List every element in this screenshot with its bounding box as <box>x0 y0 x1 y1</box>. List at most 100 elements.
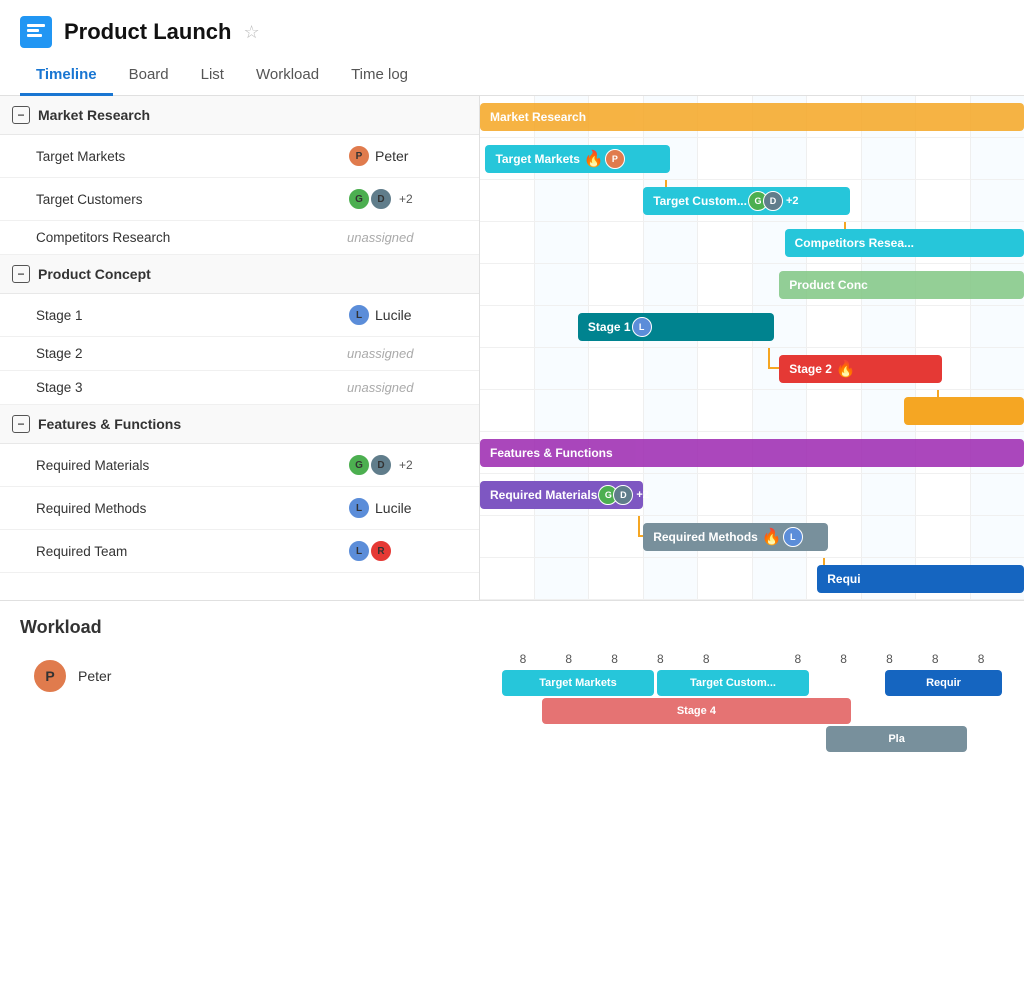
wl-bar-stage4: Stage 4 <box>542 698 851 724</box>
avatar-2-req-team: R <box>369 539 393 563</box>
avatar-1-target-customers: G <box>347 187 371 211</box>
bar-avatar-lucile-rmet: L <box>783 527 803 547</box>
unassigned-stage3: unassigned <box>347 380 414 395</box>
gantt-label-target-customers: Target Custom... <box>653 194 747 208</box>
workload-gantt-peter: 8 8 8 8 8 8 8 8 8 8 Target Markets Targe… <box>500 650 1004 752</box>
task-row-stage1: Stage 1 L Lucile <box>0 294 479 337</box>
group-product-concept: − Product Concept <box>0 255 479 294</box>
group-label-product-concept: Product Concept <box>38 266 151 282</box>
wl-num-11: 8 <box>958 650 1004 668</box>
bar-count-rm: +2 <box>636 489 649 501</box>
gantt-bar-competitors-research[interactable]: Competitors Resea... <box>785 229 1024 257</box>
tab-list[interactable]: List <box>185 56 240 96</box>
bar-avatars-req-materials: G D +2 <box>603 485 649 505</box>
task-row-target-customers: Target Customers G D +2 <box>0 178 479 221</box>
gantt-row-target-markets: Target Markets 🔥 P <box>480 138 1024 180</box>
workload-bars-row3: Pla <box>500 726 1004 752</box>
gantt-bar-stage1[interactable]: Stage 1 L <box>578 313 774 341</box>
wl-gap2 <box>502 698 539 724</box>
tab-board[interactable]: Board <box>113 56 185 96</box>
bar-avatar-2-rm: D <box>613 485 633 505</box>
gantt-row-stage2: Stage 2 🔥 <box>480 348 1024 390</box>
task-name-stage1: Stage 1 <box>36 308 339 323</box>
assignee-name-req-methods: Lucile <box>375 500 412 516</box>
fire-icon-target-markets: 🔥 <box>584 149 604 169</box>
task-name-target-markets: Target Markets <box>36 149 339 164</box>
avatar-lucile-req-methods: L <box>347 496 371 520</box>
workload-bars-row1: Target Markets Target Custom... Requir <box>500 670 1004 696</box>
unassigned-competitors-research: unassigned <box>347 230 414 245</box>
gantt-label-market-research: Market Research <box>490 110 586 124</box>
bar-avatar-peter: P <box>605 149 625 169</box>
assignee-stage3: unassigned <box>347 380 467 395</box>
tab-timelog[interactable]: Time log <box>335 56 424 96</box>
page-title: Product Launch <box>64 19 231 45</box>
assignee-competitors-research: unassigned <box>347 230 467 245</box>
gantt-bar-stage3[interactable] <box>904 397 1024 425</box>
avatar-2-target-customers: D <box>369 187 393 211</box>
assignee-stage2: unassigned <box>347 346 467 361</box>
gantt-row-target-customers: Target Custom... G D +2 <box>480 180 1024 222</box>
workload-person-name-peter: Peter <box>78 668 111 684</box>
gantt-label-stage2: Stage 2 <box>789 362 832 376</box>
workload-numbers: 8 8 8 8 8 8 8 8 8 8 <box>500 650 1004 668</box>
gantt-row-req-methods: Required Methods 🔥 L <box>480 516 1024 558</box>
avatar-count-req-materials: +2 <box>399 458 413 472</box>
bar-avatars-target-markets: P <box>610 149 625 169</box>
assignee-req-materials: G D +2 <box>347 453 467 477</box>
wl-gap5 <box>970 726 1002 752</box>
gantt-row-product-concept: Product Conc <box>480 264 1024 306</box>
gantt-bar-target-customers[interactable]: Target Custom... G D +2 <box>643 187 850 215</box>
wl-bar-target-markets: Target Markets <box>502 670 654 696</box>
task-name-req-materials: Required Materials <box>36 458 339 473</box>
wl-num-10: 8 <box>912 650 958 668</box>
wl-num-5: 8 <box>683 650 729 668</box>
collapse-features-functions[interactable]: − <box>12 415 30 433</box>
wl-num-2: 8 <box>546 650 592 668</box>
workload-bars-row2: Stage 4 <box>500 698 1004 724</box>
group-market-research: − Market Research <box>0 96 479 135</box>
gantt-bar-target-markets[interactable]: Target Markets 🔥 P <box>485 145 670 173</box>
gantt-bar-stage2[interactable]: Stage 2 🔥 <box>779 355 942 383</box>
group-label-market-research: Market Research <box>38 107 150 123</box>
gantt-bar-req-methods[interactable]: Required Methods 🔥 L <box>643 523 828 551</box>
gantt-row-features-functions: Features & Functions <box>480 432 1024 474</box>
star-icon[interactable]: ☆ <box>243 22 259 43</box>
assignee-target-markets: P Peter <box>347 144 467 168</box>
task-name-req-team: Required Team <box>36 544 339 559</box>
tab-workload[interactable]: Workload <box>240 56 335 96</box>
wl-bar-target-custom: Target Custom... <box>657 670 809 696</box>
wl-gap3 <box>854 698 1002 724</box>
task-row-stage2: Stage 2 unassigned <box>0 337 479 371</box>
gantt-bar-features-functions[interactable]: Features & Functions <box>480 439 1024 467</box>
task-name-stage3: Stage 3 <box>36 380 339 395</box>
wl-gap4 <box>502 726 823 752</box>
group-label-features-functions: Features & Functions <box>38 416 181 432</box>
wl-num-3: 8 <box>592 650 638 668</box>
gantt-bar-market-research[interactable]: Market Research <box>480 103 1024 131</box>
collapse-market-research[interactable]: − <box>12 106 30 124</box>
tab-timeline[interactable]: Timeline <box>20 56 113 96</box>
gantt-chart: Market Research Target Markets 🔥 P Targe… <box>480 96 1024 600</box>
task-name-target-customers: Target Customers <box>36 192 339 207</box>
collapse-product-concept[interactable]: − <box>12 265 30 283</box>
group-features-functions: − Features & Functions <box>0 405 479 444</box>
gantt-bar-req-materials[interactable]: Required Materials G D +2 <box>480 481 643 509</box>
assignee-target-customers: G D +2 <box>347 187 467 211</box>
assignee-req-team: L R <box>347 539 467 563</box>
app-header: Product Launch ☆ <box>0 0 1024 48</box>
fire-icon-stage2: 🔥 <box>836 359 856 379</box>
bar-avatar-2-tc: D <box>763 191 783 211</box>
bar-avatars-req-methods: L <box>788 527 803 547</box>
wl-num-6 <box>729 650 775 668</box>
gantt-bar-product-concept[interactable]: Product Conc <box>779 271 1024 299</box>
gantt-row-competitors-research: Competitors Resea... <box>480 222 1024 264</box>
app-icon <box>20 16 52 48</box>
gantt-label-req-methods: Required Methods <box>653 530 758 544</box>
task-row-req-materials: Required Materials G D +2 <box>0 444 479 487</box>
gantt-label-req-materials: Required Materials <box>490 488 597 502</box>
bar-avatars-stage1: L <box>637 317 652 337</box>
task-row-competitors-research: Competitors Research unassigned <box>0 221 479 255</box>
gantt-bar-req-team[interactable]: Requi <box>817 565 1024 593</box>
workload-section: Workload P Peter 8 8 8 8 8 8 8 8 8 8 <box>0 600 1024 760</box>
